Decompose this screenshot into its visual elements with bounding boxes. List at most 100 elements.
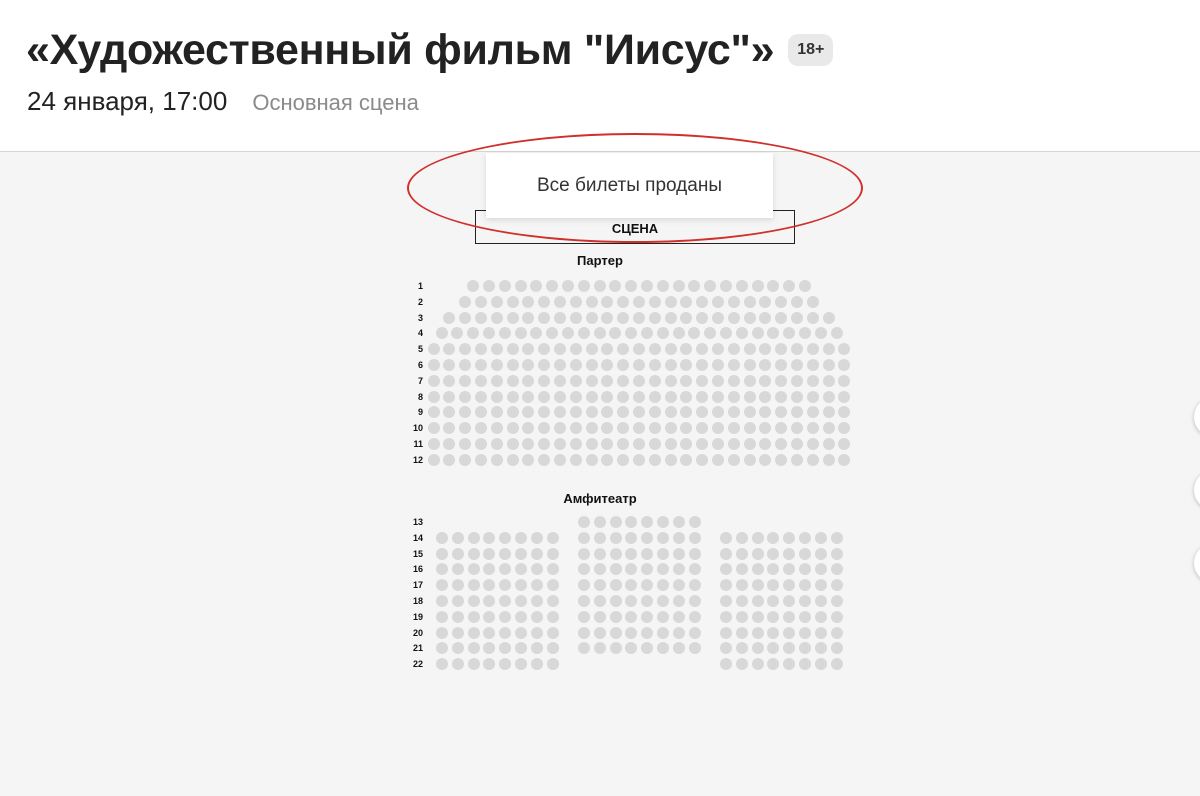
seat[interactable] — [712, 311, 724, 324]
seat[interactable] — [664, 406, 677, 419]
seat[interactable] — [783, 610, 796, 623]
seat[interactable] — [483, 531, 496, 544]
seat[interactable] — [791, 390, 803, 403]
seat[interactable] — [727, 295, 740, 308]
seat[interactable] — [546, 642, 559, 655]
seat[interactable] — [569, 311, 582, 324]
seat[interactable] — [490, 406, 503, 419]
seat[interactable] — [601, 390, 614, 403]
seat[interactable] — [490, 311, 503, 324]
seat[interactable] — [475, 374, 487, 387]
seat[interactable] — [459, 295, 472, 308]
seat[interactable] — [467, 547, 480, 560]
seat[interactable] — [522, 390, 535, 403]
seat[interactable] — [648, 453, 661, 466]
seat[interactable] — [459, 374, 472, 387]
seat[interactable] — [791, 453, 803, 466]
seat[interactable] — [625, 610, 638, 623]
seat[interactable] — [704, 280, 717, 292]
seat[interactable] — [506, 453, 519, 466]
seat[interactable] — [688, 579, 701, 592]
seat[interactable] — [427, 422, 440, 435]
seat[interactable] — [783, 547, 796, 560]
seat[interactable] — [609, 642, 622, 655]
seat[interactable] — [657, 610, 669, 623]
seat[interactable] — [578, 563, 590, 576]
seat[interactable] — [601, 422, 614, 435]
seat[interactable] — [806, 311, 819, 324]
seat[interactable] — [743, 390, 756, 403]
seat[interactable] — [475, 406, 487, 419]
seat[interactable] — [791, 359, 803, 371]
seat[interactable] — [672, 280, 685, 292]
seat[interactable] — [664, 295, 677, 308]
seat[interactable] — [593, 626, 606, 639]
seat[interactable] — [467, 626, 480, 639]
seat[interactable] — [775, 343, 788, 356]
seat[interactable] — [601, 374, 614, 387]
seat[interactable] — [585, 438, 598, 450]
seat[interactable] — [475, 359, 487, 371]
seat[interactable] — [538, 374, 551, 387]
seat[interactable] — [451, 327, 464, 340]
seat[interactable] — [515, 626, 527, 639]
seat[interactable] — [799, 579, 811, 592]
seat[interactable] — [751, 563, 764, 576]
seat[interactable] — [783, 595, 796, 607]
seat[interactable] — [436, 610, 448, 623]
seat[interactable] — [767, 579, 780, 592]
seat[interactable] — [609, 280, 622, 292]
seat[interactable] — [830, 547, 843, 560]
seat[interactable] — [640, 280, 653, 292]
seat[interactable] — [712, 438, 724, 450]
seat[interactable] — [467, 595, 480, 607]
seat[interactable] — [822, 406, 835, 419]
seat[interactable] — [436, 563, 448, 576]
seat[interactable] — [427, 438, 440, 450]
seat[interactable] — [656, 280, 669, 292]
seat[interactable] — [806, 374, 819, 387]
seat[interactable] — [554, 343, 566, 356]
seat[interactable] — [743, 406, 756, 419]
seat[interactable] — [743, 438, 756, 450]
seat[interactable] — [506, 374, 519, 387]
seat[interactable] — [617, 390, 630, 403]
seat[interactable] — [633, 406, 645, 419]
seat[interactable] — [451, 595, 464, 607]
seat[interactable] — [822, 453, 835, 466]
seat[interactable] — [775, 311, 788, 324]
seat[interactable] — [743, 295, 756, 308]
seat[interactable] — [569, 359, 582, 371]
seat[interactable] — [530, 563, 543, 576]
seat[interactable] — [427, 390, 440, 403]
seat[interactable] — [585, 406, 598, 419]
seat[interactable] — [657, 626, 669, 639]
seat[interactable] — [791, 374, 803, 387]
seat[interactable] — [806, 390, 819, 403]
seat[interactable] — [451, 658, 464, 671]
seat[interactable] — [459, 390, 472, 403]
seat[interactable] — [712, 422, 724, 435]
seat[interactable] — [554, 311, 566, 324]
seat[interactable] — [719, 327, 732, 340]
seat[interactable] — [759, 390, 772, 403]
seat[interactable] — [625, 642, 638, 655]
seat[interactable] — [735, 280, 748, 292]
seat[interactable] — [490, 343, 503, 356]
seat[interactable] — [467, 658, 480, 671]
seat[interactable] — [499, 579, 512, 592]
seat[interactable] — [641, 610, 654, 623]
seat[interactable] — [783, 579, 796, 592]
seat[interactable] — [593, 516, 606, 528]
seat[interactable] — [490, 359, 503, 371]
seat[interactable] — [585, 453, 598, 466]
seat[interactable] — [727, 453, 740, 466]
seat[interactable] — [530, 547, 543, 560]
seat[interactable] — [838, 438, 851, 450]
seat[interactable] — [585, 390, 598, 403]
seat[interactable] — [664, 374, 677, 387]
seat[interactable] — [696, 295, 709, 308]
seat[interactable] — [759, 374, 772, 387]
seat[interactable] — [633, 359, 645, 371]
seat[interactable] — [490, 390, 503, 403]
